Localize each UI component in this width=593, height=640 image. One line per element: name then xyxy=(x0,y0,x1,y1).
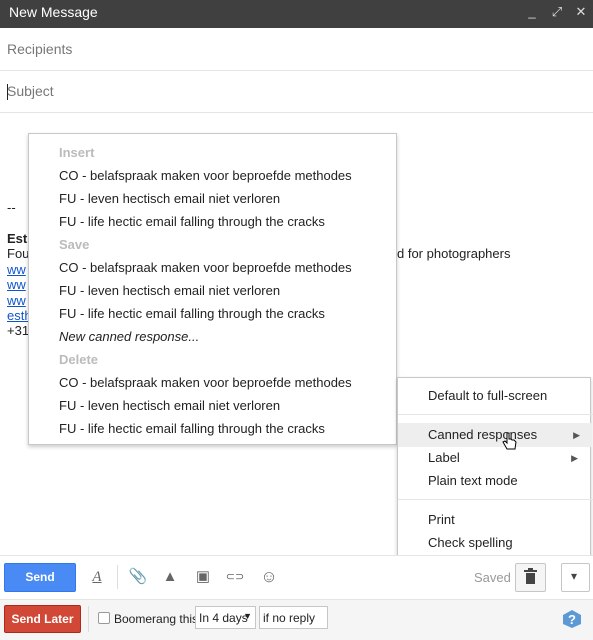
check-spelling-item[interactable]: Check spelling xyxy=(428,535,513,550)
expand-icon[interactable]: ⤢ xyxy=(549,4,565,22)
new-canned-response-item[interactable]: New canned response... xyxy=(59,329,199,344)
svg-text:?: ? xyxy=(568,612,576,627)
canned-responses-submenu: Insert CO - belafspraak maken voor bepro… xyxy=(28,133,397,445)
send-later-button[interactable]: Send Later xyxy=(4,605,81,633)
plain-text-mode-item[interactable]: Plain text mode xyxy=(428,473,518,488)
more-options-menu: Default to full-screen Canned responses … xyxy=(397,377,593,560)
compose-title-bar: New Message _ ⤢ ✕ xyxy=(0,0,593,28)
boomerang-bar: Send Later Boomerang this In 4 days ▼ if… xyxy=(0,599,593,640)
submenu-arrow-icon: ▶ xyxy=(573,430,580,440)
subject-field[interactable]: Subject xyxy=(0,71,593,113)
delete-item[interactable]: CO - belafspraak maken voor beproefde me… xyxy=(59,375,352,390)
boomerang-checkbox[interactable] xyxy=(98,612,110,624)
canned-responses-item[interactable]: Canned responses ▶ xyxy=(398,423,592,447)
help-button[interactable]: ? xyxy=(562,609,582,629)
compose-toolbar: Send A 📎 ▲ ▣ ⊂⊃ ☺ Saved ▾ xyxy=(0,555,593,599)
trash-icon xyxy=(524,568,537,584)
save-item[interactable]: FU - life hectic email falling through t… xyxy=(59,306,325,321)
close-icon[interactable]: ✕ xyxy=(573,4,589,22)
boomerang-condition-value: if no reply xyxy=(263,611,316,625)
save-item[interactable]: FU - leven hectisch email niet verloren xyxy=(59,283,280,298)
signature-line: Fou xyxy=(7,246,30,261)
insert-item[interactable]: FU - life hectic email falling through t… xyxy=(59,214,325,229)
insert-emoji-icon[interactable]: ☺ xyxy=(259,567,279,587)
delete-item[interactable]: FU - leven hectisch email niet verloren xyxy=(59,398,280,413)
print-item[interactable]: Print xyxy=(428,512,455,527)
boomerang-label: Boomerang this xyxy=(114,612,199,626)
send-button[interactable]: Send xyxy=(4,563,76,592)
menu-divider xyxy=(398,499,593,500)
save-header: Save xyxy=(59,237,90,252)
boomerang-delay-select[interactable]: In 4 days ▼ xyxy=(195,606,256,629)
signature-separator: -- xyxy=(7,200,16,215)
save-item[interactable]: CO - belafspraak maken voor beproefde me… xyxy=(59,260,352,275)
attach-files-icon[interactable]: 📎 xyxy=(128,567,148,587)
default-full-screen-item[interactable]: Default to full-screen xyxy=(428,388,547,403)
saved-status: Saved xyxy=(474,570,511,585)
insert-link-icon[interactable]: ⊂⊃ xyxy=(225,567,245,587)
toolbar-divider xyxy=(88,606,89,632)
delete-item[interactable]: FU - life hectic email falling through t… xyxy=(59,421,325,436)
signature-link[interactable]: ww xyxy=(7,262,26,277)
text-cursor xyxy=(7,84,8,100)
compose-title: New Message xyxy=(9,4,98,20)
menu-divider xyxy=(398,414,593,415)
formatting-options-icon[interactable]: A xyxy=(87,567,107,587)
signature-phone: +31 xyxy=(7,323,30,338)
recipients-field[interactable]: Recipients xyxy=(0,29,593,71)
hand-cursor-icon xyxy=(502,432,517,450)
boomerang-delay-value: In 4 days xyxy=(199,611,248,625)
signature-link[interactable]: ww xyxy=(7,277,26,292)
minimize-icon[interactable]: _ xyxy=(524,4,540,22)
insert-photo-icon[interactable]: ▣ xyxy=(193,567,213,587)
toolbar-divider xyxy=(117,565,118,589)
submenu-arrow-icon: ▶ xyxy=(571,453,578,463)
insert-header: Insert xyxy=(59,145,95,160)
discard-draft-button[interactable] xyxy=(515,563,546,592)
canned-responses-label: Canned responses xyxy=(428,427,538,442)
signature-line-visible-part: d for photographers xyxy=(397,246,511,261)
label-item[interactable]: Label xyxy=(428,450,460,465)
boomerang-condition-field[interactable]: if no reply xyxy=(259,606,328,629)
chevron-down-icon: ▼ xyxy=(243,611,252,621)
subject-placeholder: Subject xyxy=(7,83,54,99)
google-drive-icon[interactable]: ▲ xyxy=(160,567,180,587)
signature-link[interactable]: ww xyxy=(7,293,26,308)
help-icon: ? xyxy=(563,610,581,628)
dropdown-arrow-icon: ▾ xyxy=(571,569,578,583)
recipients-placeholder: Recipients xyxy=(7,41,73,57)
insert-item[interactable]: CO - belafspraak maken voor beproefde me… xyxy=(59,168,352,183)
delete-header: Delete xyxy=(59,352,99,367)
insert-item[interactable]: FU - leven hectisch email niet verloren xyxy=(59,191,280,206)
more-options-button[interactable]: ▾ xyxy=(561,563,590,592)
